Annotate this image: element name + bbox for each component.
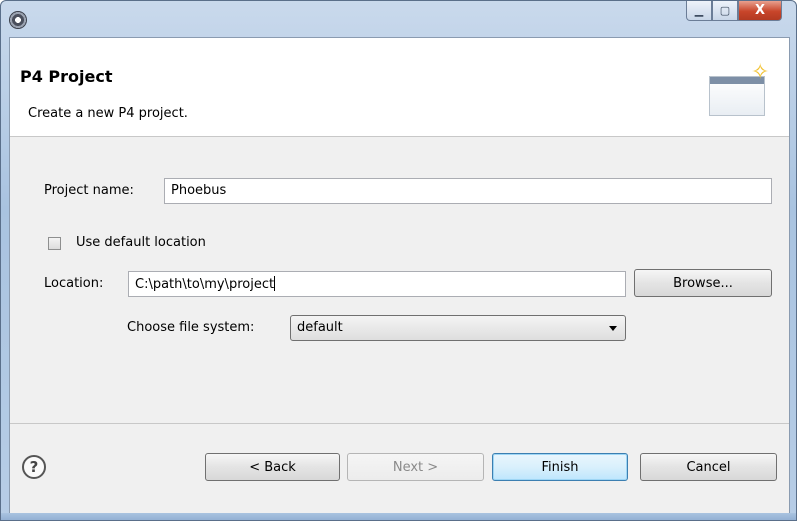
chevron-down-icon	[609, 326, 617, 331]
window-bottom-border	[1, 513, 796, 520]
project-name-label: Project name:	[44, 183, 134, 198]
use-default-location-label[interactable]: Use default location	[76, 235, 206, 250]
text-cursor	[274, 276, 276, 291]
title-bar[interactable]: ▁ ▢ X	[1, 1, 796, 37]
wizard-form: Project name: Phoebus Use default locati…	[10, 137, 789, 423]
use-default-location-checkbox[interactable]	[48, 237, 61, 250]
minimize-button[interactable]: ▁	[686, 1, 712, 21]
dialog-window: ▁ ▢ X P4 Project Create a new P4 project…	[0, 0, 797, 521]
sparkle-icon: ✧	[751, 60, 770, 85]
file-system-label: Choose file system:	[127, 320, 255, 335]
browse-button[interactable]: Browse...	[634, 269, 772, 297]
maximize-button[interactable]: ▢	[712, 1, 738, 21]
back-button[interactable]: < Back	[205, 453, 340, 481]
caption-buttons: ▁ ▢ X	[686, 1, 782, 23]
dialog-content: P4 Project Create a new P4 project. ✧ Pr…	[9, 37, 790, 515]
project-name-input[interactable]: Phoebus	[164, 178, 772, 204]
wizard-header: P4 Project Create a new P4 project. ✧	[10, 38, 789, 137]
location-input-value: C:\path\to\my\project	[135, 277, 275, 292]
location-input[interactable]: C:\path\to\my\project	[128, 271, 626, 297]
help-icon[interactable]: ?	[22, 455, 46, 479]
file-system-select[interactable]: default	[290, 315, 626, 341]
next-button[interactable]: Next >	[347, 453, 484, 481]
location-label: Location:	[44, 276, 104, 291]
new-project-wizard-icon: ✧	[709, 62, 771, 118]
close-button[interactable]: X	[738, 1, 782, 21]
page-description: Create a new P4 project.	[28, 106, 188, 121]
file-system-select-value: default	[297, 320, 343, 335]
page-title: P4 Project	[20, 67, 113, 86]
finish-button[interactable]: Finish	[492, 453, 628, 481]
eclipse-icon[interactable]	[9, 11, 27, 29]
cancel-button[interactable]: Cancel	[640, 453, 777, 481]
button-bar: ? < Back Next > Finish Cancel	[10, 423, 789, 515]
